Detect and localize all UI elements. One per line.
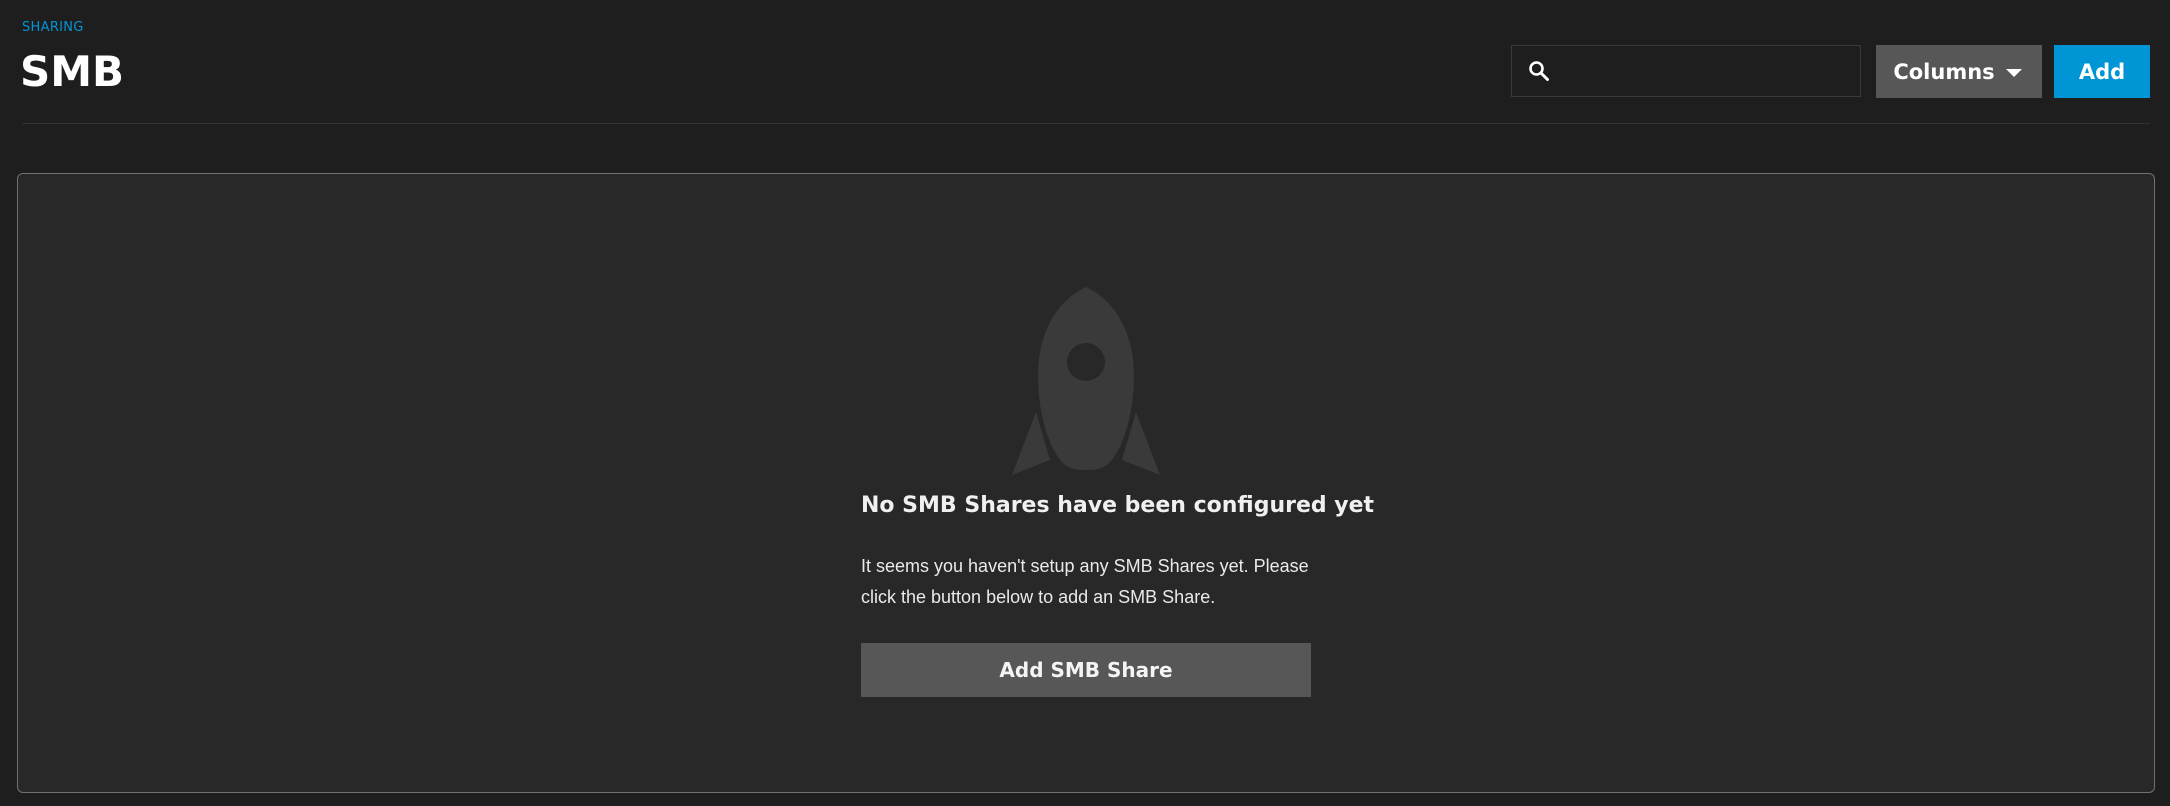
empty-state-message: It seems you haven't setup any SMB Share… xyxy=(861,556,1309,607)
add-smb-share-button[interactable]: Add SMB Share xyxy=(861,643,1311,697)
rocket-icon xyxy=(1010,285,1162,477)
page: SHARING SMB Columns Add No SMB Shares ha… xyxy=(0,0,2170,806)
columns-button[interactable]: Columns xyxy=(1876,45,2042,98)
search-field[interactable] xyxy=(1511,45,1861,97)
add-button[interactable]: Add xyxy=(2054,45,2150,98)
add-button-label: Add xyxy=(2078,59,2126,84)
page-title: SMB xyxy=(20,47,125,96)
search-icon xyxy=(1524,56,1554,86)
breadcrumb[interactable]: SHARING xyxy=(22,20,84,35)
empty-state-title: No SMB Shares have been configured yet xyxy=(861,493,1375,518)
empty-state-card xyxy=(17,173,2155,793)
search-input[interactable] xyxy=(1554,46,1860,96)
header-divider xyxy=(22,123,2150,124)
columns-button-label: Columns xyxy=(1893,59,1995,84)
caret-down-icon xyxy=(2006,69,2022,77)
add-smb-share-button-label: Add SMB Share xyxy=(999,658,1173,682)
